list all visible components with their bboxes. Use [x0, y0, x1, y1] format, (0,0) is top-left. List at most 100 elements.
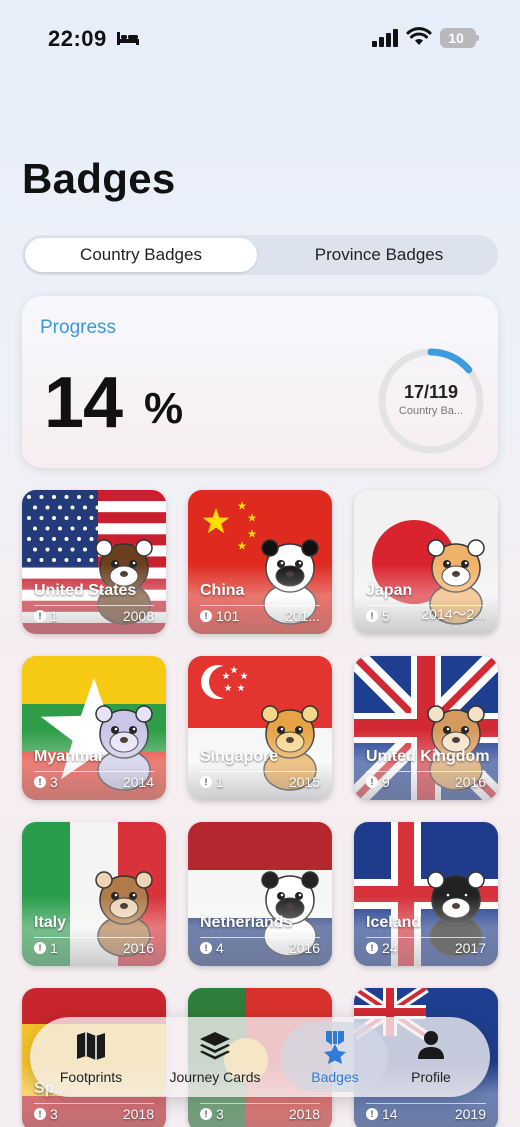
progress-percent-sign: % [144, 384, 184, 433]
badge-year: 2019 [454, 1106, 486, 1122]
badge-type-segment: Country Badges Province Badges [22, 235, 498, 275]
badge-tile[interactable]: United States ! 1 2008 [22, 490, 166, 634]
badge-tile[interactable]: Myanmar! 3 2014 [22, 656, 166, 800]
badge-count: ! 9 [366, 774, 390, 790]
tab-badges[interactable]: Badges [280, 1017, 390, 1097]
progress-count: 17/119 [403, 382, 459, 402]
badge-count-value: 5 [382, 608, 390, 624]
badge-divider [366, 1103, 486, 1104]
pin-icon: ! [366, 942, 378, 954]
pin-icon: ! [34, 776, 46, 788]
badge-count-value: 4 [216, 940, 224, 956]
tab-country-badges[interactable]: Country Badges [25, 238, 257, 272]
bed-icon [117, 32, 139, 45]
tab-bar: Footprints Journey Cards Badges Profile [30, 1017, 490, 1097]
badge-name: United Kingdom [366, 748, 490, 765]
medal-icon [324, 1031, 346, 1064]
badge-count: ! 3 [34, 1106, 58, 1122]
tab-footprints[interactable]: Footprints [36, 1017, 146, 1097]
badge-name: Myanmar [34, 748, 105, 765]
progress-card: Progress 14 % 17/119 Country Ba... [22, 296, 498, 468]
badge-divider [34, 771, 154, 772]
badge-year: 2014～2... [421, 606, 486, 622]
badge-count-value: 9 [382, 774, 390, 790]
badge-year: 2016 [454, 774, 486, 790]
badge-count-value: 3 [50, 774, 58, 790]
badge-count-value: 14 [382, 1106, 398, 1122]
badge-count: ! 101 [200, 608, 239, 624]
signal-icon [372, 29, 398, 47]
badge-divider [34, 937, 154, 938]
pin-icon: ! [200, 942, 212, 954]
progress-percent: 14 [44, 363, 123, 443]
badge-year: 2016 [288, 940, 320, 956]
page-title: Badges [22, 155, 176, 202]
badge-tile[interactable]: Italy ! 1 2016 [22, 822, 166, 966]
tab-journey-cards[interactable]: Journey Cards [160, 1017, 270, 1097]
battery-icon: 10 [440, 28, 479, 48]
badge-count: ! 3 [34, 774, 58, 790]
badge-divider [200, 605, 320, 606]
person-icon [418, 1031, 444, 1059]
tab-province-badges[interactable]: Province Badges [263, 238, 495, 272]
badge-name: United States [34, 582, 137, 599]
badge-count-value: 24 [382, 940, 398, 956]
progress-label: Progress [40, 317, 117, 338]
badge-name: Iceland [366, 914, 422, 931]
badge-count-value: 101 [216, 608, 240, 624]
stack-icon [200, 1032, 230, 1060]
badge-name: Netherlands [200, 914, 293, 931]
pin-icon: ! [366, 776, 378, 788]
tab-label: Journey Cards [169, 1069, 261, 1085]
tab-profile[interactable]: Profile [376, 1017, 486, 1097]
progress-sublabel: Country Ba... [398, 405, 464, 417]
pin-icon: ! [366, 610, 378, 622]
badge-count: ! 1 [34, 940, 58, 956]
badge-tile[interactable]: China! 101 201... [188, 490, 332, 634]
badge-name: China [200, 582, 245, 599]
badge-count: ! 1 [200, 774, 224, 790]
battery-level: 10 [448, 30, 464, 46]
badge-year: 2014 [122, 774, 154, 790]
badge-count: ! 3 [200, 1106, 224, 1122]
badge-count: ! 4 [200, 940, 224, 956]
badge-count-value: 3 [50, 1106, 58, 1122]
badge-count: ! 14 [366, 1106, 398, 1122]
pin-icon: ! [366, 1108, 378, 1120]
badge-count-value: 1 [50, 940, 58, 956]
status-bar: 22:09 10 [0, 22, 520, 58]
status-time: 22:09 [48, 26, 107, 51]
badge-year: 2008 [122, 608, 154, 624]
badge-divider [34, 1103, 154, 1104]
badge-year: 2018 [288, 1106, 320, 1122]
badge-name: Japan [366, 582, 413, 599]
badge-year: 2016 [122, 940, 154, 956]
badge-name: Singapore [200, 748, 279, 765]
badge-count-value: 1 [216, 774, 224, 790]
badge-divider [366, 937, 486, 938]
badge-tile[interactable]: Japan! 5 2014～2... [354, 490, 498, 634]
badge-tile[interactable]: United Kingdom! 9 2016 [354, 656, 498, 800]
tab-label: Badges [311, 1069, 359, 1085]
badge-divider [200, 771, 320, 772]
badge-year: 2017 [454, 940, 486, 956]
badge-year: 2018 [122, 1106, 154, 1122]
badge-name: Italy [34, 914, 67, 931]
badge-divider [200, 937, 320, 938]
badge-tile[interactable]: Iceland! 24 2017 [354, 822, 498, 966]
pin-icon: ! [200, 610, 212, 622]
badge-count-value: 3 [216, 1106, 224, 1122]
tab-label: Footprints [59, 1069, 123, 1085]
badge-year: 201... [284, 608, 320, 624]
badge-tile[interactable]: Singapore! 1 2015 [188, 656, 332, 800]
badge-divider [34, 605, 154, 606]
badge-tile[interactable]: Netherlands! 4 2016 [188, 822, 332, 966]
wifi-icon [406, 27, 432, 45]
badge-count: ! 24 [366, 940, 398, 956]
badge-divider [366, 771, 486, 772]
pin-icon: ! [34, 610, 46, 622]
badge-divider [200, 1103, 320, 1104]
badge-count: ! 1 [34, 608, 58, 624]
pin-icon: ! [34, 1108, 46, 1120]
pin-icon: ! [200, 776, 212, 788]
